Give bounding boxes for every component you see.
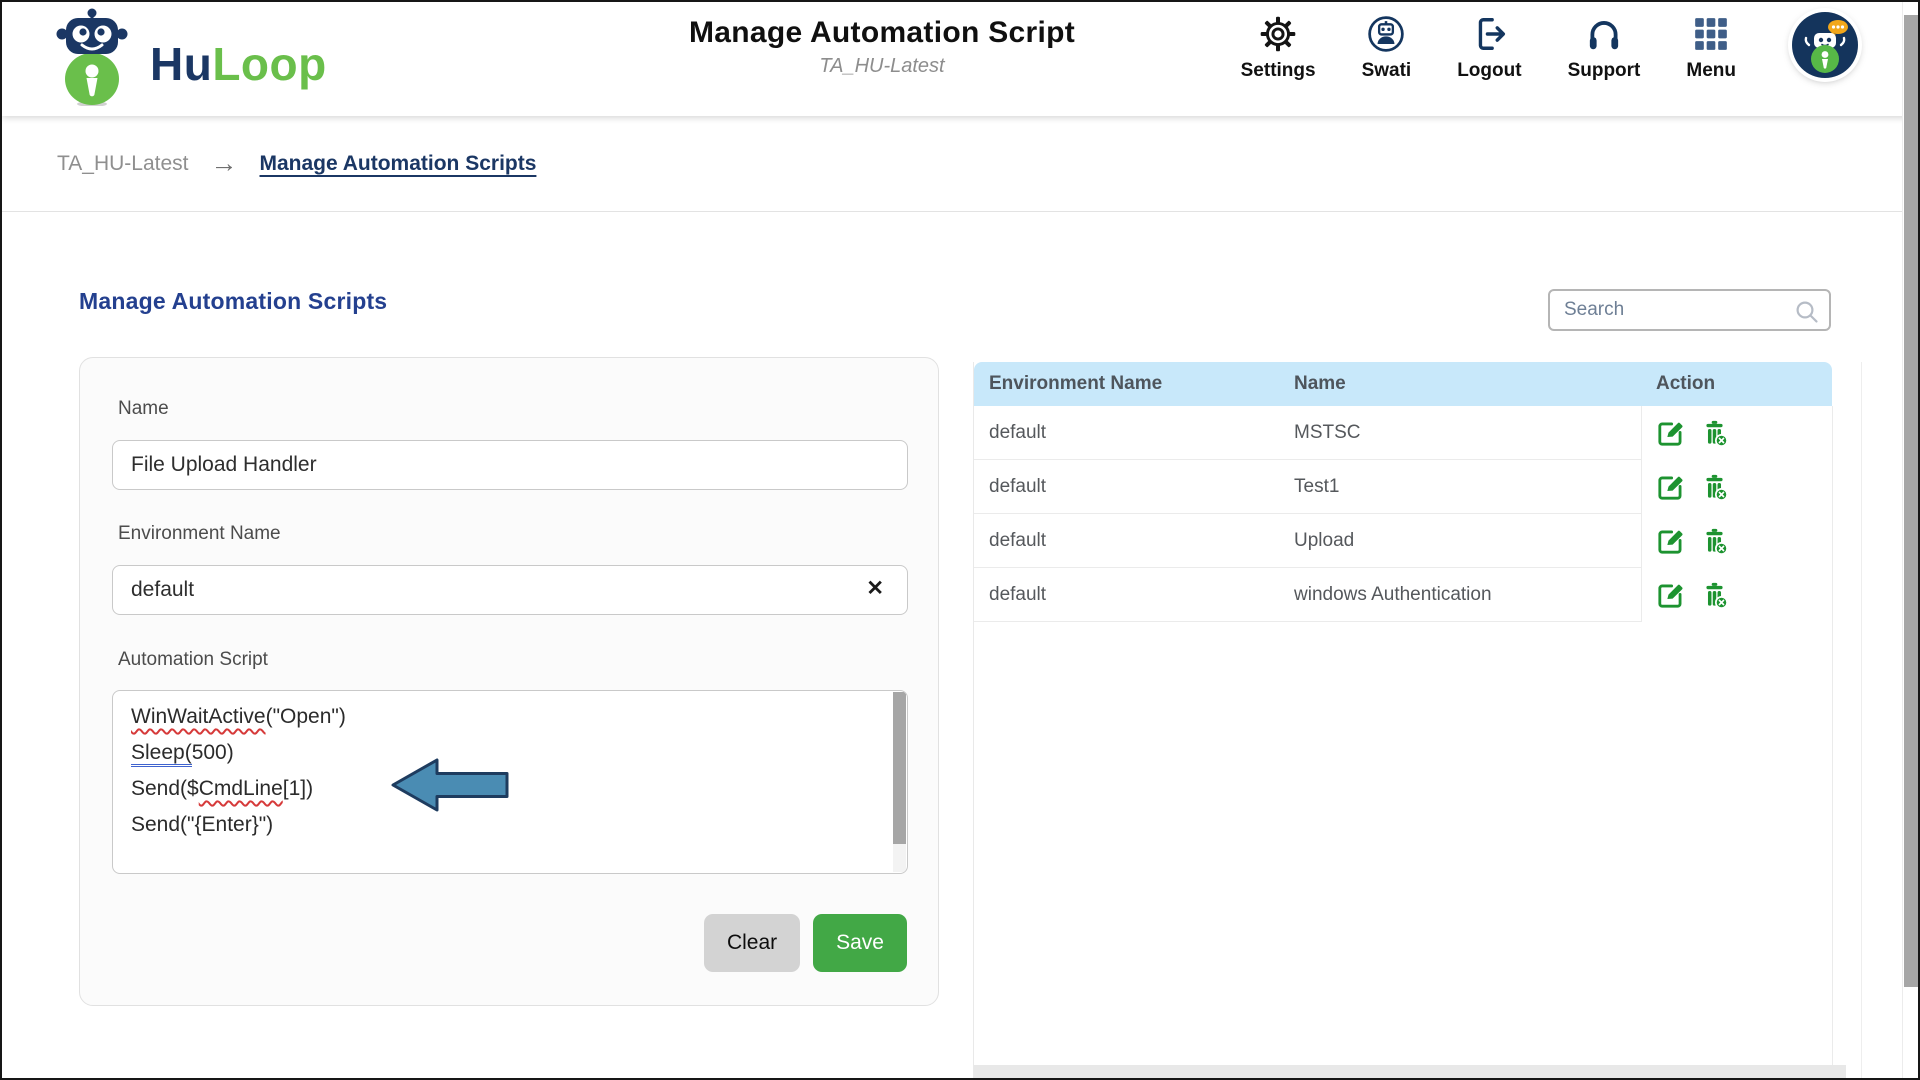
col-action: Action — [1641, 362, 1832, 406]
nav-user-swati[interactable]: Swati — [1362, 15, 1412, 82]
table-row: default Upload — [974, 514, 1832, 568]
gear-icon — [1259, 15, 1297, 53]
robot-user-icon — [1367, 15, 1405, 53]
script-scrollbar[interactable] — [893, 692, 906, 872]
app-header: HuLoop Manage Automation Script TA_HU-La… — [2, 2, 1918, 116]
huloop-bot-avatar-icon — [1792, 65, 1858, 82]
app-window: HuLoop Manage Automation Script TA_HU-La… — [0, 0, 1920, 1080]
cell-name: MSTSC — [1279, 406, 1641, 460]
brand-wordmark: HuLoop — [150, 37, 327, 91]
user-avatar[interactable] — [1792, 12, 1858, 78]
delete-icon[interactable] — [1701, 420, 1728, 447]
cell-environment: default — [974, 460, 1279, 514]
search-input[interactable] — [1550, 291, 1829, 329]
cell-environment: default — [974, 406, 1279, 460]
cell-action — [1641, 568, 1832, 622]
grid-menu-icon — [1692, 15, 1730, 53]
scripts-table: Environment Name Name Action default MST… — [974, 362, 1832, 622]
name-field[interactable] — [112, 440, 908, 490]
delete-icon[interactable] — [1701, 528, 1728, 555]
nav-logout[interactable]: Logout — [1457, 15, 1521, 82]
breadcrumb-current-link[interactable]: Manage Automation Scripts — [260, 152, 537, 176]
page-scrollbar-thumb[interactable] — [1904, 15, 1918, 987]
delete-icon[interactable] — [1701, 582, 1728, 609]
table-header-row: Environment Name Name Action — [974, 362, 1832, 406]
table-row: default Test1 — [974, 460, 1832, 514]
cell-environment: default — [974, 514, 1279, 568]
nav-menu[interactable]: Menu — [1686, 15, 1736, 82]
nav-settings[interactable]: Settings — [1241, 15, 1316, 82]
cell-name: Test1 — [1279, 460, 1641, 514]
huloop-logo[interactable]: HuLoop — [50, 8, 327, 111]
cell-name: windows Authentication — [1279, 568, 1641, 622]
col-name: Name — [1279, 362, 1641, 406]
edit-icon[interactable] — [1657, 474, 1684, 501]
table-horizontal-scrollbar[interactable] — [974, 1065, 1846, 1078]
table-row: default windows Authentication — [974, 568, 1832, 622]
table-row: default MSTSC — [974, 406, 1832, 460]
clear-button[interactable]: Clear — [704, 914, 800, 972]
cell-name: Upload — [1279, 514, 1641, 568]
save-button[interactable]: Save — [813, 914, 907, 972]
page-title-block: Manage Automation Script TA_HU-Latest — [562, 16, 1202, 78]
edit-icon[interactable] — [1657, 582, 1684, 609]
breadcrumb: TA_HU-Latest → Manage Automation Scripts — [2, 116, 1918, 212]
delete-icon[interactable] — [1701, 474, 1728, 501]
header-nav: Settings Swati — [1241, 15, 1736, 82]
cell-environment: default — [974, 568, 1279, 622]
script-line: Sleep(500) — [131, 735, 907, 771]
cell-action — [1641, 460, 1832, 514]
environment-clear-icon[interactable]: ✕ — [866, 578, 884, 599]
script-line: Send($CmdLine[1]) — [131, 771, 907, 807]
table-right-border — [1832, 406, 1833, 1065]
environment-label: Environment Name — [118, 523, 281, 545]
search-box — [1548, 289, 1831, 331]
page-title: Manage Automation Script — [562, 16, 1202, 50]
scripts-table-panel: Environment Name Name Action default MST… — [973, 362, 1862, 1078]
name-label: Name — [118, 398, 169, 420]
headphones-icon — [1585, 15, 1623, 53]
script-code: WinWaitActive("Open") Sleep(500) Send($C… — [113, 691, 907, 843]
cell-action — [1641, 406, 1832, 460]
nav-support[interactable]: Support — [1568, 15, 1641, 82]
page-scrollbar[interactable] — [1902, 2, 1918, 1078]
section-heading: Manage Automation Scripts — [79, 288, 387, 315]
form-actions: Clear Save — [704, 914, 907, 972]
edit-icon[interactable] — [1657, 420, 1684, 447]
automation-script-editor[interactable]: WinWaitActive("Open") Sleep(500) Send($C… — [112, 690, 908, 874]
huloop-robot-icon — [50, 8, 134, 111]
script-line: WinWaitActive("Open") — [131, 699, 907, 735]
breadcrumb-parent: TA_HU-Latest — [57, 152, 189, 176]
main-content: Manage Automation Scripts Name Environme… — [2, 212, 1918, 1078]
script-form-card: Name Environment Name ✕ Automation Scrip… — [79, 357, 939, 1006]
breadcrumb-arrow-icon: → — [211, 150, 238, 177]
edit-icon[interactable] — [1657, 528, 1684, 555]
col-environment-name: Environment Name — [974, 362, 1279, 406]
environment-field[interactable] — [112, 565, 908, 615]
cell-action — [1641, 514, 1832, 568]
automation-script-label: Automation Script — [118, 649, 268, 671]
script-line: Send("{Enter}") — [131, 807, 907, 843]
logout-icon — [1470, 15, 1508, 53]
script-scrollbar-thumb[interactable] — [893, 692, 906, 844]
page-subtitle: TA_HU-Latest — [562, 55, 1202, 78]
